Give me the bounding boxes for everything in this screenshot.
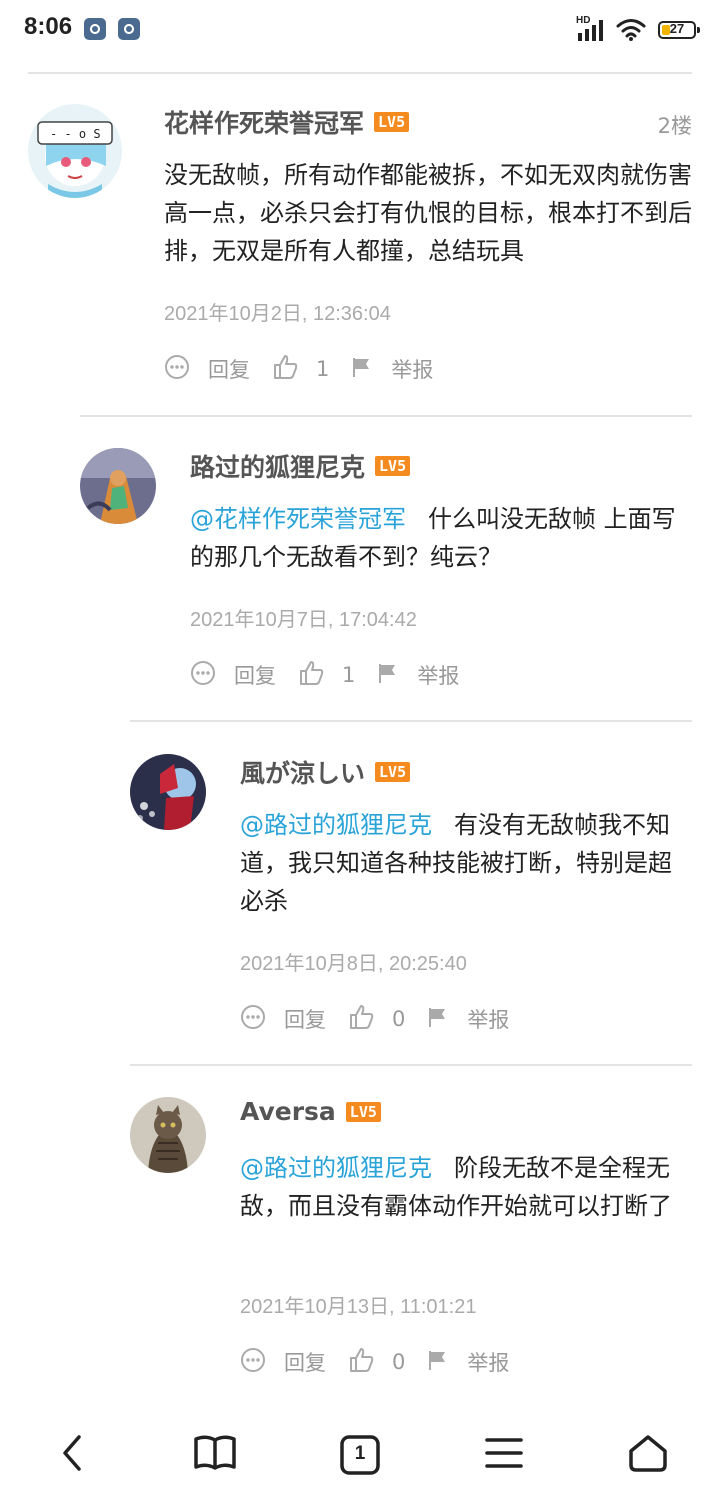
comment-text: 没无敌帧，所有动作都能被拆，不如无双肉就伤害高一点，必杀只会打有仇恨的目标，根本… [164,161,692,265]
tabs-icon: 1 [340,1435,380,1475]
menu-icon [484,1435,524,1475]
report-flag-icon[interactable] [377,662,399,689]
tabs-button[interactable]: 1 [332,1427,388,1483]
divider [80,415,692,417]
settings-notification-icon-2 [118,18,140,40]
level-badge: LV5 [375,762,411,782]
report-flag-icon[interactable] [427,1006,449,1033]
comment-actions: 回复 1 举报 [190,660,459,690]
mention-link[interactable]: @花样作死荣誉冠军 [190,505,406,533]
home-button[interactable] [620,1427,676,1483]
username[interactable]: 花样作死荣誉冠军 LV5 [164,104,410,140]
report-flag-icon[interactable] [351,356,373,383]
comment-item: - - o S 花样作死荣誉冠军 LV5 2楼 没无敌帧，所有动作都能被拆，不如… [28,104,692,394]
comment-text: @路过的狐狸尼克 阶段无敌不是全程无敌，而且没有霸体动作开始就可以打断了 [240,1154,672,1220]
settings-notification-icon [84,18,106,40]
mention-link[interactable]: @路过的狐狸尼克 [240,1154,432,1182]
like-count: 0 [392,1007,406,1031]
tab-count: 1 [354,1443,366,1464]
svg-text:- - o S: - - o S [50,127,101,141]
comment-date: 2021年10月13日, 11:01:21 [240,1296,477,1318]
level-badge: LV5 [345,1101,381,1122]
wifi-icon [616,18,646,42]
report-button[interactable]: 举报 [467,1347,509,1377]
status-bar: 8:06 HD 27 [0,0,720,60]
reply-icon[interactable] [190,660,216,691]
avatar[interactable] [130,754,206,830]
comment-text: @花样作死荣誉冠军 什么叫没无敌帧 上面写的那几个无敌看不到？纯云？ [190,505,676,571]
floor-number: 2楼 [657,114,692,138]
like-count: 0 [392,1350,406,1374]
reply-icon[interactable] [164,354,190,385]
battery-level: 27 [669,21,685,36]
reply-button[interactable]: 回复 [284,1004,326,1034]
mention-link[interactable]: @路过的狐狸尼克 [240,811,432,839]
like-icon[interactable] [272,354,298,385]
avatar[interactable] [80,448,156,524]
status-time: 8:06 [24,13,73,40]
bookmarks-icon [192,1433,238,1477]
level-badge: LV5 [375,456,411,476]
comment-actions: 回复 0 举报 [240,1347,509,1377]
bottom-navigation-bar: 1 [0,1409,720,1499]
level-badge: LV5 [374,112,410,132]
status-icons: HD 27 [576,15,700,44]
comment-item: Aversa LV5 @路过的狐狸尼克 阶段无敌不是全程无敌，而且没有霸体动作开始… [130,1097,692,1387]
reply-button[interactable]: 回复 [234,660,276,690]
report-flag-icon[interactable] [427,1349,449,1376]
comment-date: 2021年10月2日, 12:36:04 [164,303,391,325]
like-count: 1 [316,357,330,381]
divider [130,720,692,722]
comment-date: 2021年10月8日, 20:25:40 [240,953,467,975]
report-button[interactable]: 举报 [417,660,459,690]
username[interactable]: 風が涼しい LV5 [240,754,411,790]
divider [28,72,692,74]
comment-item: 路过的狐狸尼克 LV5 @花样作死荣誉冠军 什么叫没无敌帧 上面写的那几个无敌看不… [80,448,692,698]
reply-button[interactable]: 回复 [284,1347,326,1377]
like-icon[interactable] [348,1004,374,1035]
like-icon[interactable] [348,1347,374,1378]
report-button[interactable]: 举报 [391,354,433,384]
reply-icon[interactable] [240,1347,266,1378]
comment-date: 2021年10月7日, 17:04:42 [190,609,417,631]
username[interactable]: Aversa LV5 [240,1097,381,1126]
comment-actions: 回复 1 举报 [164,354,433,384]
bookmarks-button[interactable] [187,1427,243,1483]
signal-icon: HD [576,15,608,43]
back-button[interactable] [44,1427,100,1483]
avatar[interactable]: - - o S [28,104,122,198]
username[interactable]: 路过的狐狸尼克 LV5 [190,448,411,484]
reply-icon[interactable] [240,1004,266,1035]
comment-item: 風が涼しい LV5 @路过的狐狸尼克 有没有无敌帧我不知道，我只知道各种技能被打断… [130,754,692,1044]
battery-icon: 27 [658,21,700,39]
divider [130,1064,692,1066]
like-icon[interactable] [298,660,324,691]
menu-button[interactable] [476,1427,532,1483]
avatar[interactable] [130,1097,206,1173]
comment-text: @路过的狐狸尼克 有没有无敌帧我不知道，我只知道各种技能被打断，特别是超必杀 [240,811,672,915]
home-icon [627,1433,669,1477]
reply-button[interactable]: 回复 [208,354,250,384]
back-icon [57,1433,87,1477]
report-button[interactable]: 举报 [467,1004,509,1034]
like-count: 1 [342,663,356,687]
comment-actions: 回复 0 举报 [240,1004,509,1034]
